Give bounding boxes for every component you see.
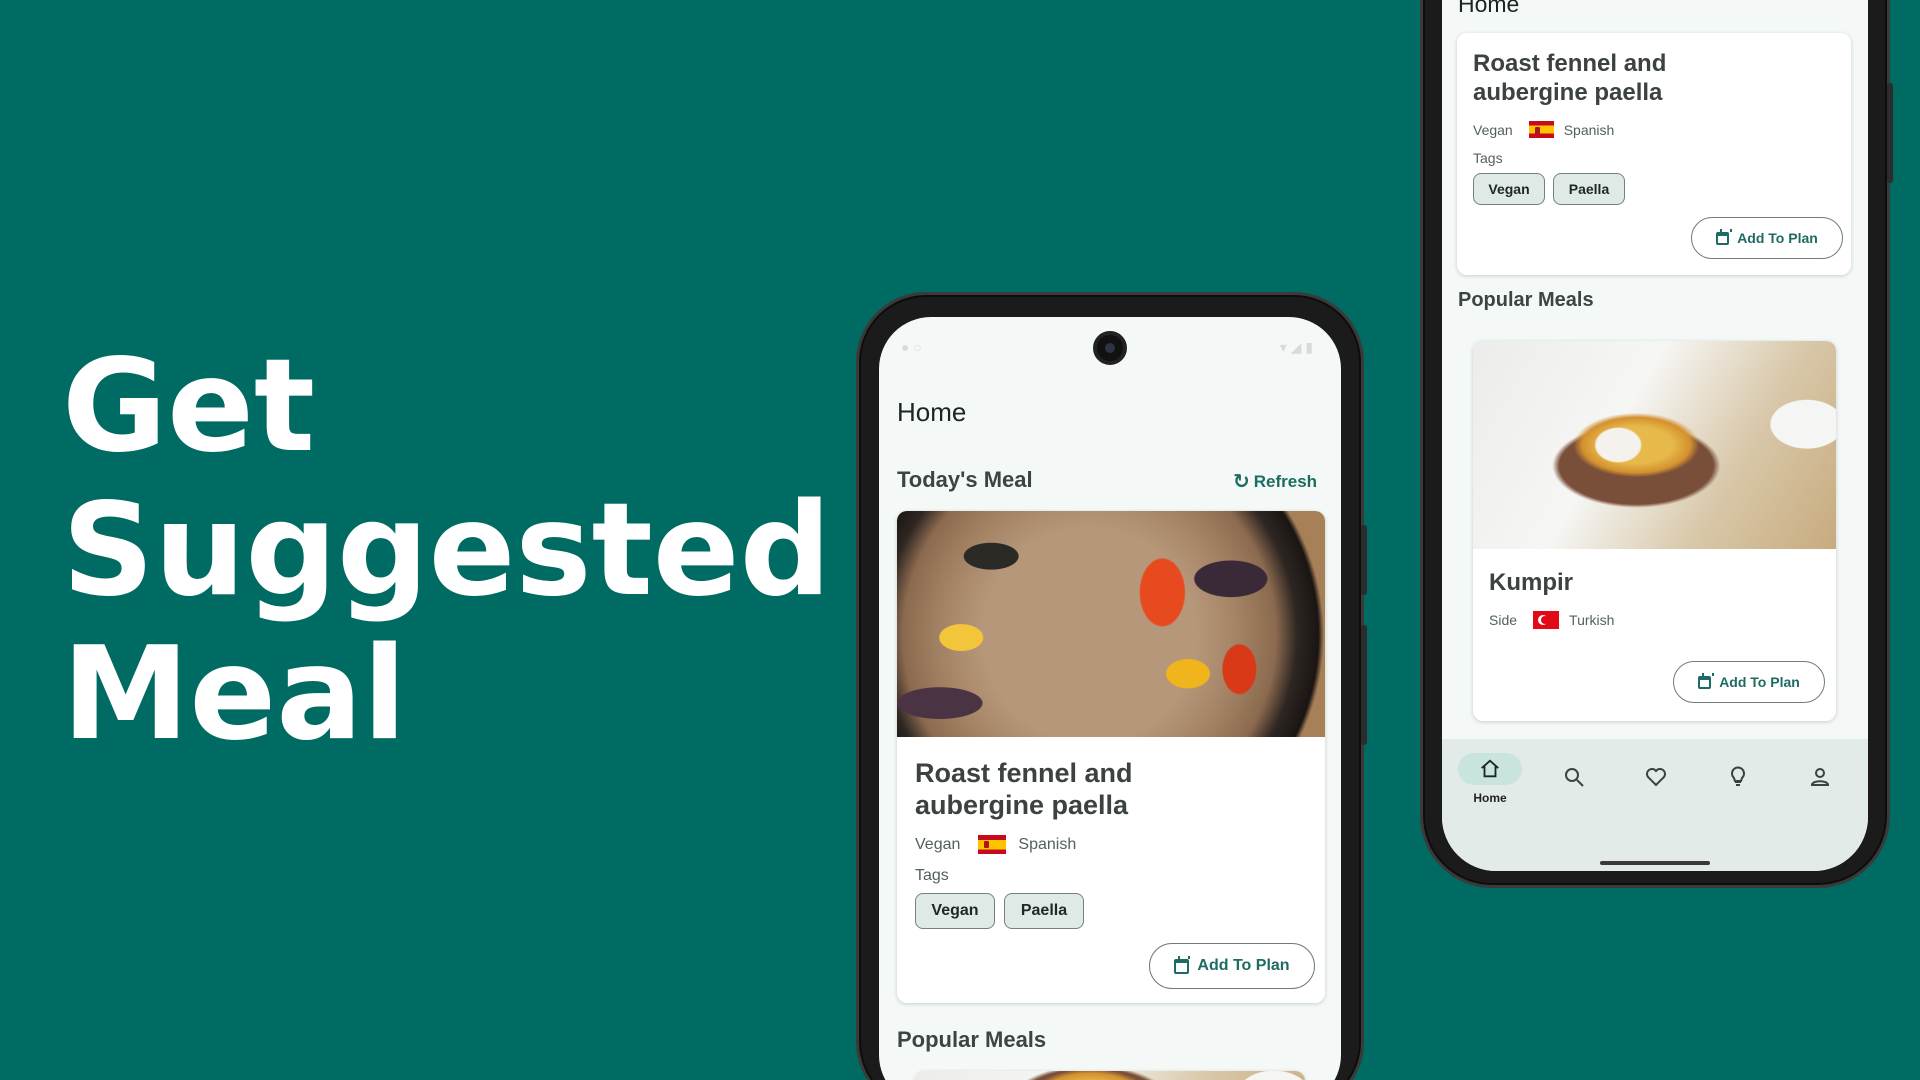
spain-flag-icon <box>978 835 1007 854</box>
meal-title-line-2: aubergine paella <box>915 790 1129 820</box>
todays-meal-card[interactable]: Roast fennel and aubergine paella Vegan … <box>1457 33 1851 275</box>
nav-item-home[interactable]: Home <box>1458 753 1522 805</box>
meal-title-line-2: aubergine paella <box>1473 79 1663 106</box>
refresh-button[interactable]: ↻ Refresh <box>1233 469 1317 494</box>
meal-title-line-1: Roast fennel and <box>1473 50 1667 77</box>
app-bar-title: Home <box>1458 0 1520 17</box>
phone-volume-button <box>1361 625 1367 745</box>
meal-category: Vegan <box>915 835 961 853</box>
tags-label: Tags <box>915 867 949 884</box>
meal-category: Vegan <box>1473 121 1513 138</box>
refresh-icon: ↻ <box>1233 471 1250 493</box>
turkey-flag-icon <box>1533 611 1560 629</box>
popular-add-to-plan-button[interactable]: Add To Plan <box>1673 661 1825 703</box>
popular-meal-image <box>1473 341 1836 549</box>
meal-area: Spanish <box>1018 835 1077 853</box>
search-icon <box>1565 768 1584 787</box>
tag-chip-vegan[interactable]: Vegan <box>915 893 995 929</box>
nav-home-pill <box>1458 753 1522 785</box>
headline: Get Suggested Meal <box>62 335 831 767</box>
add-to-plan-button[interactable]: Add To Plan <box>1691 217 1843 259</box>
home-icon <box>1481 759 1499 778</box>
heart-icon <box>1646 768 1666 787</box>
popular-meals-title: Popular Meals <box>1458 289 1594 311</box>
popular-meals-title: Popular Meals <box>897 1027 1047 1052</box>
refresh-label: Refresh <box>1253 471 1318 491</box>
meal-title-line-1: Roast fennel and <box>915 758 1133 788</box>
todays-meal-title: Today's Meal <box>897 467 1033 492</box>
calendar-icon <box>1174 955 1191 974</box>
meal-image <box>897 511 1325 737</box>
phone-side-button <box>1887 83 1893 183</box>
popular-meal-image <box>915 1071 1305 1080</box>
nav-item-search[interactable] <box>1562 765 1586 789</box>
headline-line-3: Meal <box>62 620 407 769</box>
phone-main: ● ○ ▾ ◢ ▮ Home Today's Meal ↻ Refresh Ro… <box>856 292 1367 1080</box>
phone-side-button <box>1361 525 1367 595</box>
add-to-plan-label: Add To Plan <box>1737 230 1818 246</box>
person-icon <box>1810 768 1830 786</box>
calendar-icon <box>1698 672 1715 689</box>
app-bar-title: Home <box>897 397 967 427</box>
popular-meal-card[interactable]: Kumpir Side Turkish Add To Plan <box>1473 341 1836 721</box>
meal-title: Roast fennel and aubergine paella <box>915 757 1133 821</box>
status-bar-left: ● ○ <box>901 339 922 355</box>
popular-add-to-plan-label: Add To Plan <box>1719 674 1800 690</box>
meal-area: Spanish <box>1563 121 1615 138</box>
phone-main-screen: ● ○ ▾ ◢ ▮ Home Today's Meal ↻ Refresh Ro… <box>879 317 1341 1080</box>
status-bar-right: ▾ ◢ ▮ <box>1279 339 1313 355</box>
tag-chip-paella[interactable]: Paella <box>1553 173 1625 205</box>
meal-meta-row: Vegan Spanish <box>1473 121 1614 138</box>
popular-meal-area: Turkish <box>1569 612 1615 628</box>
nav-home-label: Home <box>1473 791 1507 805</box>
todays-meal-card[interactable]: Roast fennel and aubergine paella Vegan … <box>897 511 1325 1003</box>
phone-secondary: Home Roast fennel and aubergine paella V… <box>1420 0 1893 888</box>
phone-secondary-screen: Home Roast fennel and aubergine paella V… <box>1442 0 1868 871</box>
popular-meal-card-partial[interactable] <box>915 1071 1305 1080</box>
lightbulb-icon <box>1731 766 1745 786</box>
tags-label: Tags <box>1473 150 1503 166</box>
tag-chip-paella[interactable]: Paella <box>1004 893 1084 929</box>
meal-title: Roast fennel and aubergine paella <box>1473 49 1666 107</box>
add-to-plan-label: Add To Plan <box>1197 957 1290 974</box>
nav-item-suggestions[interactable] <box>1726 765 1750 789</box>
nav-item-favorites[interactable] <box>1644 765 1668 789</box>
popular-meal-meta-row: Side Turkish <box>1489 611 1614 629</box>
spain-flag-icon <box>1528 121 1554 138</box>
calendar-icon <box>1716 228 1733 245</box>
gesture-bar[interactable] <box>1600 861 1710 865</box>
popular-meal-category: Side <box>1489 612 1518 628</box>
bottom-navigation: Home <box>1442 739 1868 871</box>
popular-meal-title: Kumpir <box>1489 569 1573 596</box>
headline-line-2: Suggested <box>62 476 832 625</box>
tag-chip-vegan[interactable]: Vegan <box>1473 173 1545 205</box>
meal-meta-row: Vegan Spanish <box>915 835 1076 854</box>
front-camera <box>1093 331 1127 365</box>
add-to-plan-button[interactable]: Add To Plan <box>1149 943 1315 989</box>
headline-line-1: Get <box>62 332 316 481</box>
nav-item-profile[interactable] <box>1808 765 1832 789</box>
